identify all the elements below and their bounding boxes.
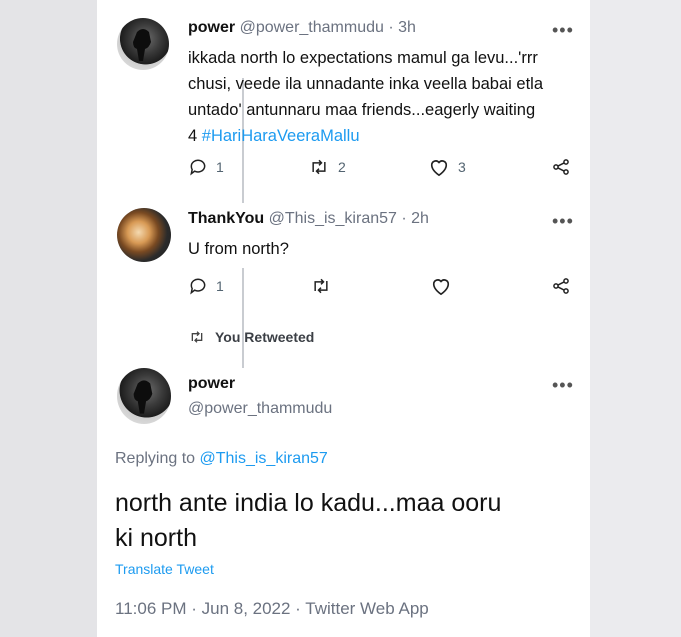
user-handle[interactable]: @This_is_kiran57 [269, 210, 397, 227]
more-icon[interactable]: ••• [552, 211, 574, 232]
tweet-text-line: ikkada north lo expectations mamul ga le… [188, 49, 538, 67]
retweet-icon [314, 278, 328, 294]
like-icon [432, 279, 450, 296]
share-button[interactable] [551, 276, 571, 296]
retweet-button[interactable] [310, 276, 332, 296]
tweet-time[interactable]: · 2h [401, 210, 429, 227]
reply-icon [190, 278, 206, 295]
tweet-text-line: ki north [115, 524, 197, 552]
more-icon[interactable]: ••• [552, 20, 574, 41]
replying-to: Replying to @This_is_kiran57 [115, 450, 328, 468]
background-right [590, 0, 681, 637]
tweet-text-line: north ante india lo kadu...maa ooru [115, 489, 502, 517]
retweet-context: You Retweeted [187, 329, 314, 345]
avatar[interactable] [117, 368, 171, 424]
replying-handle-link[interactable]: @This_is_kiran57 [200, 450, 328, 467]
thread-line [242, 268, 244, 368]
retweet-count: 2 [338, 159, 346, 175]
like-button[interactable]: 3 [428, 157, 466, 177]
like-button[interactable] [430, 276, 452, 296]
reply-button[interactable]: 1 [188, 276, 224, 296]
retweet-icon [312, 159, 326, 175]
hashtag-link[interactable]: #HariHaraVeeraMallu [202, 127, 360, 145]
tweet-header: ThankYou @This_is_kiran57 · 2h [188, 210, 429, 228]
tweet-text-line: chusi, veede ila unnadante inka veella b… [188, 75, 544, 93]
tweet-time[interactable]: · 3h [388, 19, 416, 36]
display-name[interactable]: power [188, 375, 235, 393]
reply-count: 1 [216, 159, 224, 175]
retweet-button[interactable]: 2 [308, 157, 346, 177]
display-name[interactable]: power [188, 19, 235, 36]
avatar-silhouette-icon [133, 29, 151, 61]
reply-button[interactable]: 1 [188, 157, 224, 177]
share-button[interactable] [551, 157, 571, 177]
tweet-text-line: untado' antunnaru maa friends...eagerly … [188, 101, 536, 119]
tweet-text: U from north? [188, 240, 289, 258]
tweet-header: power @power_thammudu · 3h [188, 19, 416, 37]
share-icon [553, 159, 569, 175]
retweet-icon [191, 331, 203, 343]
background-left [0, 0, 97, 637]
tweet-thread: power @power_thammudu · 3h ••• ikkada no… [97, 0, 590, 637]
tweet-timestamp[interactable]: 11:06 PM · Jun 8, 2022 · Twitter Web App [115, 599, 429, 619]
reply-count: 1 [216, 278, 224, 294]
retweet-note: You Retweeted [215, 329, 315, 345]
tweet-text-prefix: 4 [188, 127, 202, 145]
avatar[interactable] [117, 208, 171, 262]
share-icon [553, 278, 569, 294]
display-name[interactable]: ThankYou [188, 210, 264, 227]
replying-prefix: Replying to [115, 450, 200, 467]
avatar[interactable] [117, 18, 169, 70]
user-handle[interactable]: @power_thammudu [240, 19, 384, 36]
reply-icon [190, 159, 206, 176]
like-count: 3 [458, 159, 466, 175]
more-icon[interactable]: ••• [552, 375, 574, 396]
avatar-silhouette-icon [133, 380, 153, 414]
tweet-text-line: 4 #HariHaraVeeraMallu [188, 123, 360, 149]
translate-tweet-link[interactable]: Translate Tweet [115, 561, 214, 577]
like-icon [430, 160, 448, 177]
user-handle[interactable]: @power_thammudu [188, 400, 332, 418]
